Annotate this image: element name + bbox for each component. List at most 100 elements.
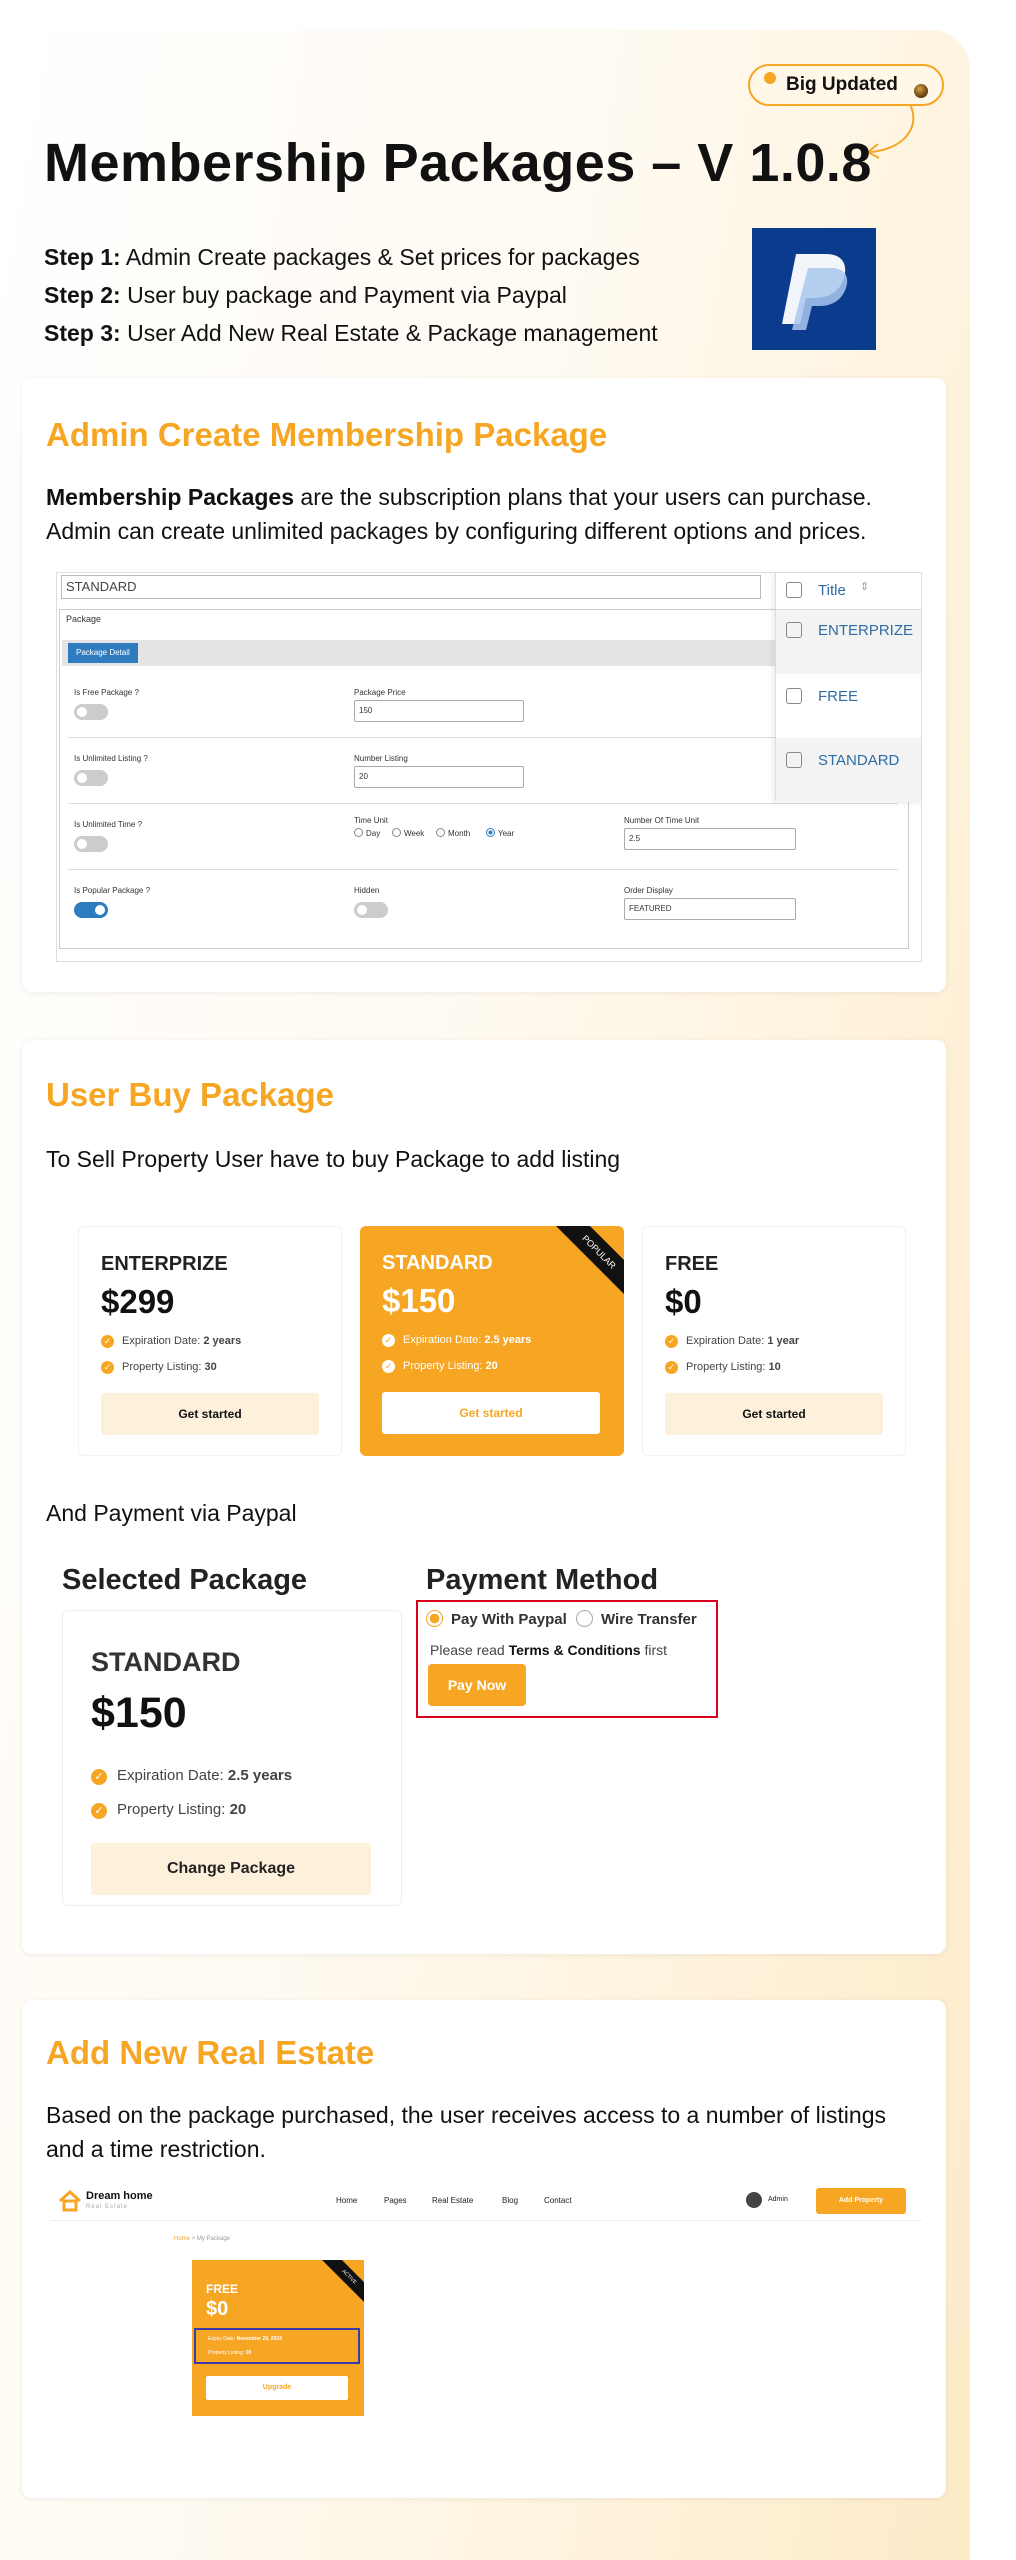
hidden-toggle[interactable] (354, 902, 388, 918)
section-title: Admin Create Membership Package (46, 416, 608, 453)
step-text: User Add New Real Estate & Package manag… (127, 320, 658, 346)
number-listing-input[interactable]: 20 (354, 766, 524, 788)
feature-value: 2 years (203, 1335, 242, 1347)
number-time-unit-input[interactable]: 2.5 (624, 828, 796, 850)
radio-icon (576, 1610, 593, 1627)
title-list-item[interactable]: ENTERPRIZE (776, 610, 921, 674)
time-unit-week[interactable]: Week (392, 828, 424, 838)
nav-blog[interactable]: Blog (502, 2196, 518, 2205)
package-card-popular: POPULAR STANDARD $150 ✓ Expiration Date: … (360, 1226, 624, 1456)
package-price: $150 (91, 1689, 187, 1737)
title-list-item[interactable]: FREE (776, 674, 921, 738)
price-input[interactable]: 150 (354, 700, 524, 722)
sort-icon[interactable]: ⇕ (860, 580, 869, 593)
title-list-header[interactable]: Title ⇕ (776, 573, 921, 610)
form-row: Is Unlimited Listing ? Number Listing 20 (68, 740, 898, 804)
package-name: ENTERPRIZE (101, 1253, 228, 1275)
user-menu[interactable]: Admin (768, 2196, 788, 2203)
time-unit-month[interactable]: Month (436, 828, 470, 838)
section-description: Membership Packages are the subscription… (46, 480, 926, 548)
time-unit-year[interactable]: Year (486, 828, 514, 838)
feature-label: Property Listing: (117, 1801, 230, 1818)
user-buy-section: User Buy Package To Sell Property User h… (22, 1040, 946, 1954)
feature-label: Expiration Date: (117, 1767, 228, 1784)
feature-label: Property Listing: (403, 1360, 486, 1372)
avatar[interactable] (746, 2192, 762, 2208)
time-unit-day[interactable]: Day (354, 828, 380, 838)
title-search-input[interactable]: STANDARD (61, 575, 761, 599)
checkbox-icon[interactable] (786, 622, 802, 638)
check-icon: ✓ (101, 1335, 114, 1348)
nav-pages[interactable]: Pages (384, 2196, 407, 2205)
terms-suffix: first (640, 1642, 668, 1658)
feature-label: Property Listing: (122, 1361, 205, 1373)
popular-ribbon: POPULAR (551, 1226, 624, 1300)
pay-now-button[interactable]: Pay Now (428, 1664, 526, 1706)
package-name: FREE (206, 2282, 239, 2296)
nav-real-estate[interactable]: Real Estate (432, 2196, 473, 2205)
check-icon: ✓ (91, 1769, 107, 1785)
section-description: Based on the package purchased, the user… (46, 2102, 886, 2162)
check-icon: ✓ (382, 1360, 395, 1373)
title-list-label[interactable]: STANDARD (818, 752, 899, 769)
feature-value: 30 (204, 1361, 217, 1373)
feature-label: Expiration Date: (686, 1335, 768, 1347)
order-display-input[interactable]: FEATURED (624, 898, 796, 920)
package-name: STANDARD (382, 1252, 493, 1274)
feature-value: 2.5 years (227, 1767, 293, 1784)
nav-home[interactable]: Home (336, 2196, 357, 2205)
feature-value: 10 (245, 2350, 252, 2356)
upgrade-button[interactable]: Upgrade (206, 2376, 348, 2400)
checkbox-icon[interactable] (786, 582, 802, 598)
unlimited-time-toggle[interactable] (74, 836, 108, 852)
change-package-button[interactable]: Change Package (91, 1843, 371, 1895)
payment-method-heading: Payment Method (426, 1564, 659, 1596)
title-list-label[interactable]: FREE (818, 688, 858, 705)
active-ribbon: ACTIVE (317, 2260, 364, 2309)
wire-transfer-radio[interactable]: Wire Transfer (576, 1610, 697, 1628)
section-title: User Buy Package (46, 1076, 334, 1113)
feature-label: Expiration Date: (403, 1334, 485, 1346)
get-started-button[interactable]: Get started (101, 1393, 319, 1435)
is-free-toggle[interactable] (74, 704, 108, 720)
form-row: Is Popular Package ? Hidden Order Displa… (68, 872, 898, 936)
website-screenshot: Dream home Real Estate Home Pages Real E… (50, 2180, 922, 2470)
terms-link[interactable]: Terms & Conditions (509, 1642, 641, 1658)
title-list-item[interactable]: STANDARD (776, 738, 921, 802)
nav-contact[interactable]: Contact (544, 2196, 572, 2205)
step-label: Step 3: (44, 320, 121, 346)
badge-label: Big Updated (786, 74, 898, 95)
package-feature: ✓ Property Listing: 10 (665, 1361, 781, 1374)
pay-with-paypal-radio[interactable]: Pay With Paypal (426, 1610, 567, 1628)
popular-toggle[interactable] (74, 902, 108, 918)
site-logo-title[interactable]: Dream home (86, 2190, 153, 2202)
breadcrumb-home[interactable]: Home (174, 2236, 190, 2242)
get-started-button[interactable]: Get started (382, 1392, 600, 1434)
get-started-button[interactable]: Get started (665, 1393, 883, 1435)
order-display-label: Order Display (624, 886, 673, 895)
step-label: Step 2: (44, 282, 121, 308)
badge-dot-icon (764, 72, 776, 84)
package-price: $0 (665, 1283, 702, 1320)
paypal-icon (782, 254, 848, 330)
checkbox-icon[interactable] (786, 752, 802, 768)
breadcrumb: Home > My Package (174, 2236, 230, 2242)
radio-icon (392, 828, 401, 837)
package-name: FREE (665, 1253, 719, 1275)
package-price: $299 (101, 1283, 175, 1320)
step-item: Step 3: User Add New Real Estate & Packa… (44, 314, 658, 352)
unlimited-listing-toggle[interactable] (74, 770, 108, 786)
feature-value: 10 (768, 1361, 781, 1373)
checkbox-icon[interactable] (786, 688, 802, 704)
check-icon: ✓ (101, 1361, 114, 1374)
package-feature: ✓ Expiration Date: 1 year (665, 1335, 799, 1348)
number-listing-label: Number Listing (354, 754, 408, 763)
title-list-label[interactable]: ENTERPRIZE (818, 622, 913, 639)
tab-package-detail[interactable]: Package Detail (68, 643, 138, 663)
listing-feature: Property Listing: 10 (208, 2350, 251, 2356)
feature-value: 2.5 years (484, 1334, 532, 1346)
package-feature: ✓ Property Listing: 20 (382, 1360, 498, 1373)
section-title: Add New Real Estate (46, 2034, 375, 2071)
payment-note: And Payment via Paypal (46, 1500, 297, 1526)
add-property-button[interactable]: Add Property (816, 2188, 906, 2214)
